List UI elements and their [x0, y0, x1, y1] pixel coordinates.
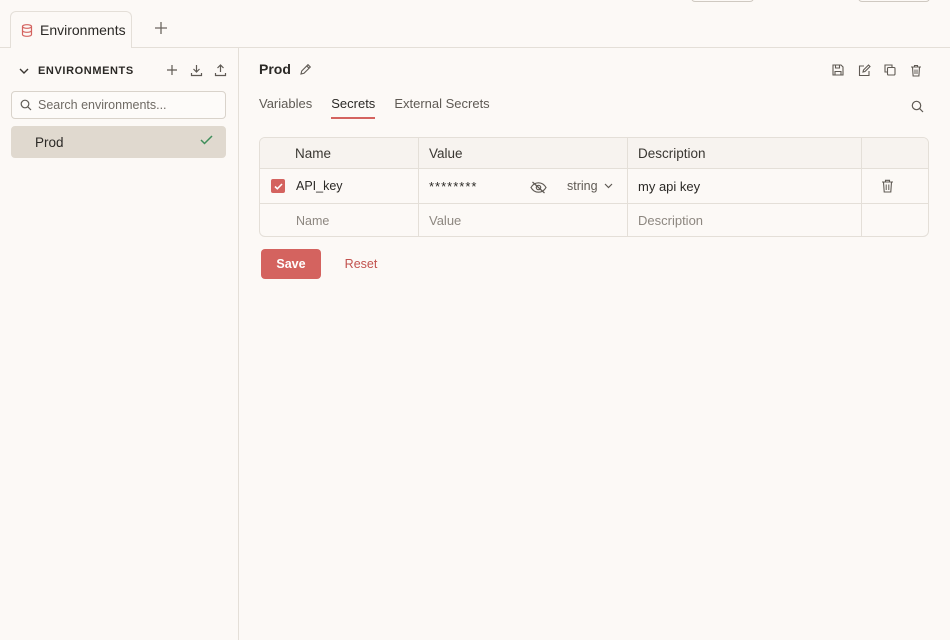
environment-actions — [830, 62, 924, 78]
new-description-input[interactable] — [638, 213, 838, 228]
edit-icon — [858, 63, 871, 76]
sidebar-item-prod[interactable]: Prod — [11, 126, 226, 158]
table-header-row: Name Value Description — [260, 138, 928, 169]
actions-cell — [862, 169, 928, 203]
new-value-input[interactable] — [429, 213, 609, 228]
value-cell[interactable]: ******** string — [419, 169, 628, 203]
secret-value: ******** — [429, 178, 478, 194]
tab-external-secrets[interactable]: External Secrets — [394, 96, 489, 119]
copy-icon — [884, 64, 896, 76]
header-label: Name — [295, 145, 332, 161]
tab-secrets[interactable]: Secrets — [331, 96, 376, 119]
pencil-icon — [300, 63, 312, 75]
description-cell[interactable]: my api key — [628, 169, 862, 203]
secret-description: my api key — [638, 178, 701, 194]
type-select[interactable]: string — [567, 179, 613, 193]
upload-icon — [214, 63, 226, 76]
header-actions — [862, 138, 928, 168]
eye-off-icon — [529, 181, 547, 193]
tab-environments[interactable]: Environments — [10, 11, 132, 49]
new-name-cell — [260, 204, 419, 236]
chevron-down-icon — [19, 68, 29, 74]
search-secrets-button[interactable] — [909, 98, 925, 114]
import-environment-button[interactable] — [188, 62, 204, 78]
sidebar-item-label: Prod — [35, 134, 64, 150]
save-environment-button[interactable] — [830, 62, 846, 78]
save-button[interactable]: Save — [261, 249, 321, 279]
new-name-input[interactable] — [296, 213, 406, 228]
collapse-button[interactable] — [18, 63, 30, 79]
delete-environment-button[interactable] — [908, 62, 924, 78]
header-label: Description — [638, 145, 706, 161]
type-label: string — [567, 179, 598, 193]
new-tab-button[interactable] — [151, 18, 171, 38]
tab-label: Environments — [40, 22, 126, 38]
top-control-stub[interactable] — [858, 0, 930, 2]
add-environment-button[interactable] — [164, 62, 180, 78]
plus-icon — [167, 65, 177, 75]
rename-environment-button[interactable] — [299, 61, 313, 77]
name-cell[interactable]: API_key — [260, 169, 419, 203]
new-value-cell — [419, 204, 628, 236]
search-input[interactable] — [38, 98, 218, 112]
environments-sidebar: ENVIRONMENTS Search environments... Prod — [0, 48, 239, 640]
enabled-checkbox[interactable] — [271, 179, 285, 193]
header-description: Description — [628, 138, 862, 168]
database-icon — [21, 23, 33, 37]
new-actions-cell — [862, 204, 928, 236]
sidebar-title: ENVIRONMENTS — [38, 65, 134, 77]
top-tab-bar: Environments — [0, 0, 950, 49]
checkmark-icon — [273, 182, 283, 190]
reset-button[interactable]: Reset — [336, 249, 386, 279]
new-description-cell — [628, 204, 862, 236]
edit-environment-button[interactable] — [856, 62, 872, 78]
floppy-disk-icon — [832, 64, 844, 76]
top-control-stub[interactable] — [691, 0, 754, 2]
environment-detail: Prod Variables Secrets External Secrets … — [240, 48, 950, 640]
header-value: Value — [419, 138, 628, 168]
environment-header: Prod — [259, 61, 313, 77]
export-environment-button[interactable] — [212, 62, 228, 78]
check-icon — [200, 135, 213, 145]
environment-tabs: Variables Secrets External Secrets — [259, 96, 490, 119]
search-icon — [20, 99, 32, 111]
delete-row-button[interactable] — [879, 178, 895, 194]
secret-name: API_key — [296, 179, 343, 193]
page-title: Prod — [259, 61, 291, 77]
header-label: Value — [429, 145, 463, 161]
new-row — [260, 204, 928, 236]
caret-down-icon — [604, 183, 613, 189]
toggle-visibility-button[interactable] — [529, 179, 547, 195]
secrets-table: Name Value Description API_key ******** — [259, 137, 929, 237]
search-icon — [911, 100, 923, 112]
table-row: API_key ******** string my api key — [260, 169, 928, 204]
copy-environment-button[interactable] — [882, 62, 898, 78]
trash-icon — [881, 179, 893, 193]
header-name: Name — [260, 138, 419, 168]
download-icon — [190, 64, 202, 76]
tab-variables[interactable]: Variables — [259, 96, 312, 119]
environment-search — [11, 91, 226, 119]
sidebar-header: ENVIRONMENTS — [18, 62, 228, 79]
trash-icon — [911, 64, 921, 77]
plus-icon — [155, 22, 167, 34]
